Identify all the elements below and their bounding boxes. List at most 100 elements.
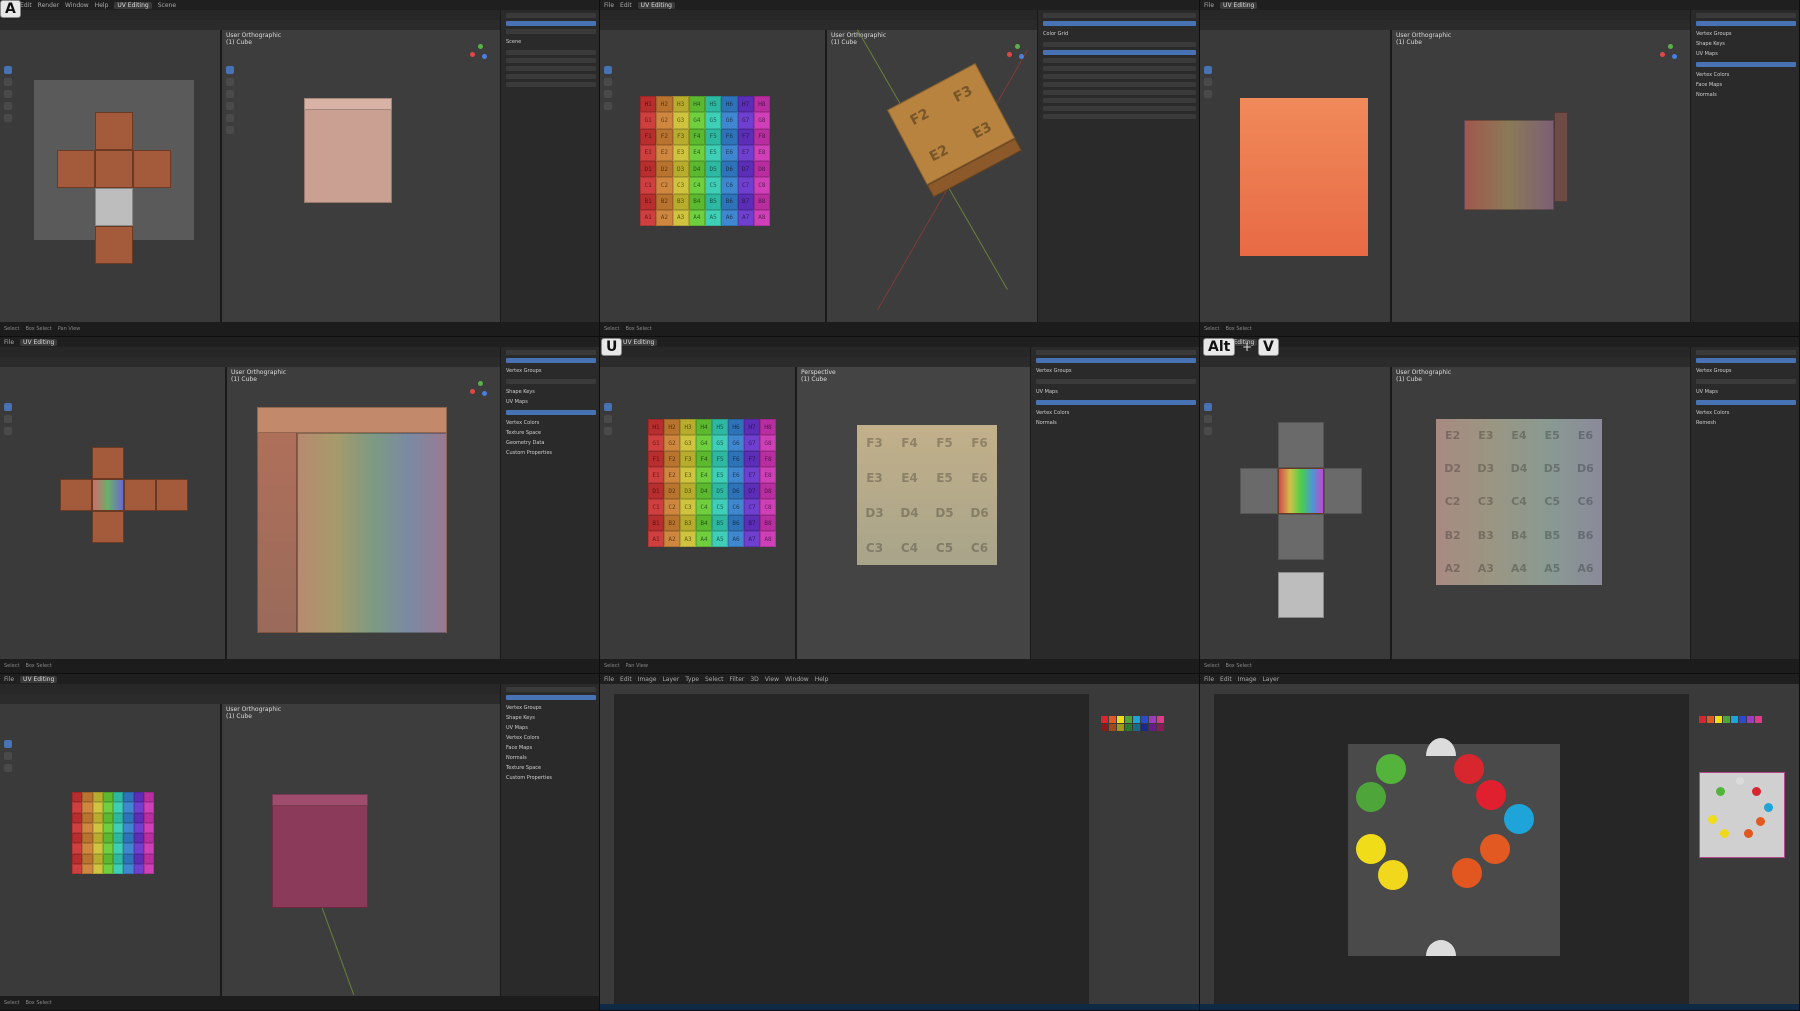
uv-face[interactable] (92, 511, 124, 543)
section-normals[interactable]: Normals (1031, 418, 1199, 428)
uvmap-row[interactable] (506, 410, 596, 415)
outliner-row[interactable] (1696, 13, 1796, 18)
menu-edit[interactable]: Edit (20, 2, 32, 9)
section-vertex-colors[interactable]: Vertex Colors (1691, 70, 1799, 80)
uv-face[interactable] (1324, 468, 1362, 514)
uv-editor[interactable] (0, 30, 220, 322)
ps-menu-3d[interactable]: 3D (750, 676, 758, 683)
uv-editor[interactable] (0, 704, 220, 996)
menu-file[interactable]: File (604, 2, 614, 9)
orange-dot[interactable] (1452, 858, 1482, 888)
uv-face[interactable] (95, 150, 133, 188)
uv-face[interactable] (124, 479, 156, 511)
cube-side-face[interactable] (1554, 112, 1568, 202)
cube-top-face[interactable] (257, 407, 447, 433)
ps-menu-view[interactable]: View (765, 676, 779, 683)
uv-face[interactable] (95, 226, 133, 264)
section-vertex-groups[interactable]: Vertex Groups (1691, 366, 1799, 376)
outliner-row[interactable] (506, 29, 596, 34)
scale-tool-icon[interactable] (226, 114, 234, 122)
tab-uv-editing[interactable]: UV Editing (1220, 1, 1258, 9)
prop-row[interactable] (506, 58, 596, 63)
section-shape-keys[interactable]: Shape Keys (1691, 39, 1799, 49)
blue-dot[interactable] (1504, 804, 1534, 834)
red-dot[interactable] (1476, 780, 1506, 810)
color-grid-texture[interactable]: H1 H2 H3 H4 H5 H6 H7 H8 G1 G2 G3 G4 G5 G6 G7 G8 F1 F2 F3 F4… (648, 419, 776, 547)
section-vertex-groups[interactable]: Vertex Groups (501, 366, 599, 376)
uv-editor[interactable] (1200, 367, 1390, 659)
prop-row[interactable] (1043, 74, 1196, 79)
transform-tool-icon[interactable] (226, 126, 234, 134)
section-vertex-groups[interactable]: Vertex Groups (1691, 29, 1799, 39)
prop-row[interactable] (506, 379, 596, 384)
menu-help[interactable]: Help (95, 2, 109, 9)
select-tool-icon[interactable] (226, 66, 234, 74)
yellow-dot[interactable] (1378, 860, 1408, 890)
uv-face[interactable] (95, 112, 133, 150)
ps-menu-help[interactable]: Help (815, 676, 829, 683)
viewport-3d[interactable]: User Orthographic (1) Cube (227, 367, 500, 659)
section-uv-maps[interactable]: UV Maps (1691, 387, 1799, 397)
prop-row[interactable] (1036, 379, 1196, 384)
prop-row[interactable] (1043, 106, 1196, 111)
move-tool-icon[interactable] (226, 90, 234, 98)
viewport-3d[interactable]: User Orthographic (1) Cube (222, 30, 500, 322)
section-vertex-colors[interactable]: Vertex Colors (1691, 408, 1799, 418)
section-custom-properties[interactable]: Custom Properties (501, 773, 599, 783)
tab-uv-editing[interactable]: UV Editing (114, 1, 152, 9)
section-face-maps[interactable]: Face Maps (1691, 80, 1799, 90)
uv-face[interactable] (1278, 422, 1324, 468)
section-vertex-groups[interactable]: Vertex Groups (501, 703, 599, 713)
outliner-row-selected[interactable] (506, 695, 596, 700)
cube-front-face[interactable] (304, 108, 392, 203)
uvmap-row[interactable] (1696, 62, 1796, 67)
ps-canvas-area[interactable] (1214, 694, 1689, 1004)
viewport-3d[interactable]: User Orthographic (1) Cube E2 E3 E4 E5 E6 D2 D… (1392, 367, 1690, 659)
uv-cross-unwrap[interactable] (52, 112, 182, 272)
viewport-3d[interactable]: User Orthographic (1) Cube (222, 704, 500, 996)
outliner-row[interactable] (1036, 350, 1196, 355)
uvmap-row[interactable] (1696, 400, 1796, 405)
uv-editor[interactable]: H1 H2 H3 H4 H5 H6 H7 H8 G1 G2 G3 G4 G5 G6 G7 G8 F1 F2 F3 F4… (600, 367, 795, 659)
orange-image-texture[interactable] (1240, 98, 1368, 256)
outliner-row[interactable] (1696, 350, 1796, 355)
ps-swatches[interactable] (1101, 716, 1164, 723)
move-tool-icon[interactable] (4, 90, 12, 98)
menu-window[interactable]: Window (65, 2, 89, 9)
uv-face-textured[interactable] (1278, 468, 1324, 514)
cube-face-back-view[interactable]: E2 E3 E4 E5 E6 D2 D3 D4 D5 D6 C2 C3 C4 C5 C6 B2 B3 B4 B… (1436, 419, 1602, 585)
section-texture-space[interactable]: Texture Space (501, 763, 599, 773)
tab-uv-editing[interactable]: UV Editing (620, 338, 658, 346)
menu-render[interactable]: Render (38, 2, 59, 9)
ps-menu-window[interactable]: Window (785, 676, 809, 683)
cube-front-face[interactable] (297, 433, 447, 633)
outliner-row[interactable] (506, 350, 596, 355)
ps-menu-edit[interactable]: Edit (1220, 676, 1232, 683)
ps-menu-filter[interactable]: Filter (730, 676, 745, 683)
ps-menu-file[interactable]: File (1204, 676, 1214, 683)
uv-face[interactable] (92, 447, 124, 479)
prop-row[interactable] (1696, 379, 1796, 384)
tab-uv-editing[interactable]: UV Editing (20, 675, 58, 683)
uvmap-row[interactable] (1036, 400, 1196, 405)
red-dot[interactable] (1454, 754, 1484, 784)
cube-front-face[interactable] (1464, 120, 1554, 210)
ps-canvas-area[interactable] (614, 694, 1089, 1004)
outliner-row[interactable] (506, 13, 596, 18)
green-dot[interactable] (1376, 754, 1406, 784)
ps-swatches[interactable] (1699, 716, 1762, 723)
uv-editor[interactable] (1200, 30, 1390, 322)
prop-row[interactable] (506, 74, 596, 79)
menu-file[interactable]: File (4, 676, 14, 683)
prop-row[interactable] (1043, 90, 1196, 95)
color-grid-texture[interactable]: H1 H2 H3 H4 H5 H6 H7 H8 G1 G2 G3 G4 G5 G6 G7 G8 F1 F2 F3 F4… (640, 96, 770, 226)
prop-row[interactable] (1043, 66, 1196, 71)
cube-top-face[interactable]: F2 F3 E2 E3 (887, 63, 1016, 186)
use-nodes-button[interactable] (1043, 50, 1196, 55)
ps-menu-layer[interactable]: Layer (1262, 676, 1279, 683)
outliner-row[interactable] (506, 687, 596, 692)
cube-top-face[interactable] (304, 98, 392, 110)
ps-menu-image[interactable]: Image (638, 676, 657, 683)
ps-menu-file[interactable]: File (604, 676, 614, 683)
outliner-row[interactable] (1043, 13, 1196, 18)
